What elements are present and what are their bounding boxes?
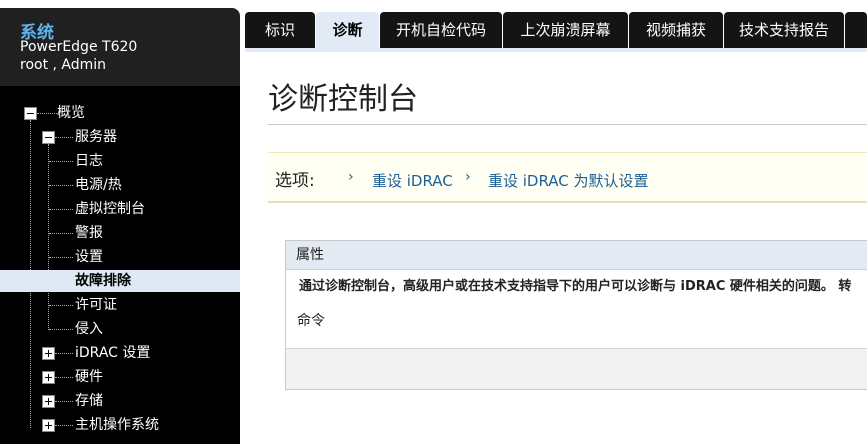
tab-rule bbox=[245, 48, 867, 52]
tree-item-logs[interactable]: 日志 bbox=[75, 150, 103, 172]
options-bar: 选项: › 重设 iDRAC › 重设 iDRAC 为默认设置 bbox=[268, 152, 867, 203]
title-divider bbox=[268, 124, 867, 125]
tree-connector bbox=[49, 329, 73, 330]
expand-icon[interactable] bbox=[42, 371, 55, 384]
system-model: PowerEdge T620 bbox=[20, 39, 138, 55]
tree-item-intrusion[interactable]: 侵入 bbox=[75, 318, 103, 340]
properties-panel: 属性 通过诊断控制台，高级用户或在技术支持指导下的用户可以诊断与 iDRAC 硬… bbox=[285, 240, 867, 390]
command-label: 命令 bbox=[286, 303, 867, 349]
tree-connector bbox=[55, 137, 73, 138]
tree-connector bbox=[55, 401, 73, 402]
tree-item-virtual-console[interactable]: 虚拟控制台 bbox=[75, 198, 145, 220]
tree-connector bbox=[48, 144, 49, 330]
tree-connector bbox=[55, 425, 73, 426]
collapse-icon[interactable] bbox=[24, 107, 37, 120]
reset-idrac-link[interactable]: 重设 iDRAC bbox=[372, 170, 453, 191]
tab-last-crash-screen[interactable]: 上次崩溃屏幕 bbox=[503, 12, 628, 48]
tree-connector bbox=[49, 161, 73, 162]
panel-header: 属性 bbox=[286, 241, 867, 270]
tree-item-power-thermal[interactable]: 电源/热 bbox=[75, 174, 122, 196]
tab-post-codes[interactable]: 开机自检代码 bbox=[380, 12, 502, 48]
tree-connector bbox=[49, 233, 73, 234]
tree-item-alerts[interactable]: 警报 bbox=[75, 222, 103, 244]
expand-icon[interactable] bbox=[42, 395, 55, 408]
tree-item-server[interactable]: 服务器 bbox=[75, 126, 117, 148]
tab-overflow[interactable] bbox=[845, 12, 867, 48]
expand-icon[interactable] bbox=[42, 419, 55, 432]
tree-connector bbox=[55, 377, 73, 378]
page-title: 诊断控制台 bbox=[268, 82, 418, 117]
tab-tech-support-report[interactable]: 技术支持报告 bbox=[724, 12, 844, 48]
tab-video-capture[interactable]: 视频捕获 bbox=[629, 12, 723, 48]
tree-connector bbox=[49, 185, 73, 186]
tree-connector bbox=[37, 113, 57, 114]
sidebar: 系统 PowerEdge T620 root , Admin 概览 服务器 日志… bbox=[0, 0, 245, 444]
tab-bar: 标识 诊断 开机自检代码 上次崩溃屏幕 视频捕获 技术支持报告 bbox=[245, 12, 867, 50]
tree-connector bbox=[49, 209, 73, 210]
tree-connector bbox=[55, 353, 73, 354]
chevron-right-icon: › bbox=[465, 169, 471, 185]
options-label: 选项: bbox=[275, 171, 315, 191]
tree-connector bbox=[49, 257, 73, 258]
tree-item-host-os[interactable]: 主机操作系统 bbox=[75, 414, 159, 436]
tab-diagnostics[interactable]: 诊断 bbox=[316, 12, 379, 50]
system-header: 系统 PowerEdge T620 root , Admin bbox=[0, 8, 240, 86]
chevron-right-icon: › bbox=[348, 169, 354, 185]
reset-idrac-defaults-link[interactable]: 重设 iDRAC 为默认设置 bbox=[488, 170, 649, 191]
navigation-tree: 概览 服务器 日志 电源/热 虚拟控制台 警报 设置 故障排除 许可证 侵入 i… bbox=[0, 86, 240, 444]
tree-item-storage[interactable]: 存储 bbox=[75, 390, 103, 412]
panel-description: 通过诊断控制台，高级用户或在技术支持指导下的用户可以诊断与 iDRAC 硬件相关… bbox=[286, 270, 867, 303]
tree-connector bbox=[49, 305, 73, 306]
expand-icon[interactable] bbox=[42, 347, 55, 360]
tree-item-idrac-settings[interactable]: iDRAC 设置 bbox=[75, 342, 150, 364]
collapse-icon[interactable] bbox=[42, 131, 55, 144]
tree-item-settings[interactable]: 设置 bbox=[75, 246, 103, 268]
tree-item-overview[interactable]: 概览 bbox=[57, 102, 85, 124]
system-user: root , Admin bbox=[20, 57, 107, 73]
tree-item-licenses[interactable]: 许可证 bbox=[75, 294, 117, 316]
tree-item-hardware[interactable]: 硬件 bbox=[75, 366, 103, 388]
tab-identification[interactable]: 标识 bbox=[245, 12, 315, 48]
tree-item-troubleshooting[interactable]: 故障排除 bbox=[0, 270, 240, 292]
